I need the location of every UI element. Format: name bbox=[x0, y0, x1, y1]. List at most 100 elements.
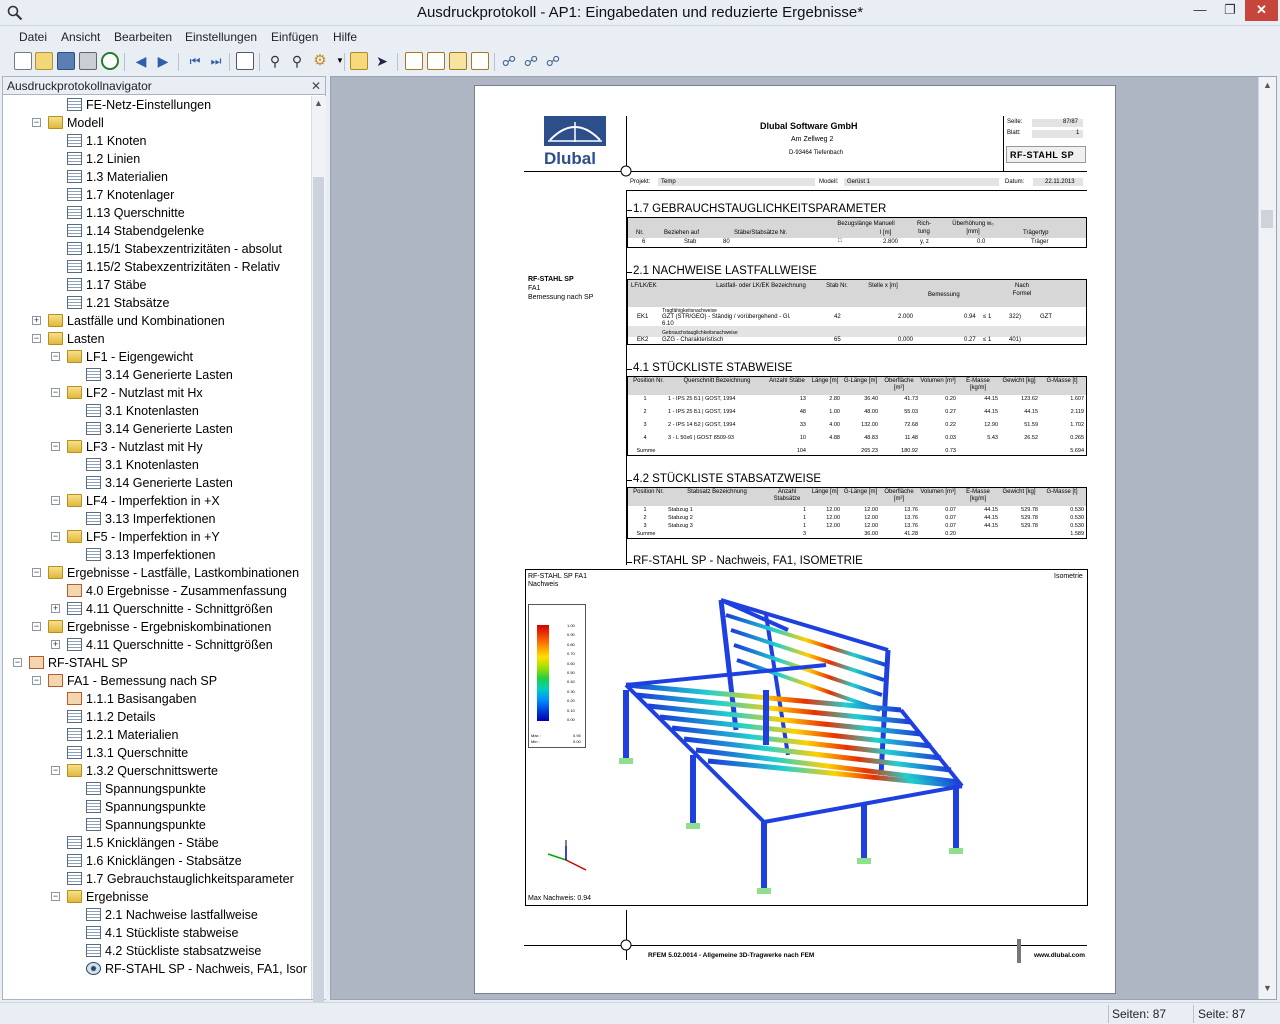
tree-item-label: 1.7 Knotenlager bbox=[86, 188, 175, 202]
table-cell: 322) bbox=[1009, 314, 1022, 320]
tree-item-label: 1.1.1 Basisangaben bbox=[86, 692, 197, 706]
collapse-toggle-icon[interactable]: − bbox=[51, 892, 60, 901]
table-header-cell: Rich-tung bbox=[916, 221, 931, 235]
link-icon-3[interactable]: ☍ bbox=[544, 52, 562, 70]
table-cell: 44.15 bbox=[984, 515, 998, 521]
page-icon-4[interactable] bbox=[471, 52, 489, 70]
close-button[interactable]: ✕ bbox=[1245, 0, 1278, 21]
module-icon bbox=[67, 584, 82, 597]
menu-ansicht[interactable]: Ansicht bbox=[61, 30, 100, 44]
zoom-in-icon[interactable]: ⚲ bbox=[266, 52, 284, 70]
scroll-up-icon[interactable]: ▲ bbox=[1263, 80, 1272, 90]
zoom-out-icon[interactable]: ⚲ bbox=[288, 52, 306, 70]
settings-gear-icon[interactable]: ⚙ bbox=[311, 52, 329, 70]
table-cell: 2 bbox=[643, 515, 647, 521]
table-cell: EK2 bbox=[637, 337, 649, 343]
hand-tool-icon[interactable] bbox=[350, 52, 368, 70]
collapse-toggle-icon[interactable]: − bbox=[51, 766, 60, 775]
expand-toggle-icon[interactable]: + bbox=[32, 316, 41, 325]
table-document-icon bbox=[67, 278, 82, 291]
minimize-button[interactable]: — bbox=[1185, 0, 1215, 21]
table-cell: 13.76 bbox=[904, 523, 918, 529]
previous-page-icon[interactable]: ◀ bbox=[132, 52, 150, 70]
menu-hilfe[interactable]: Hilfe bbox=[333, 30, 357, 44]
new-document-icon[interactable] bbox=[14, 52, 32, 70]
page-icon-3[interactable] bbox=[449, 52, 467, 70]
folder-icon bbox=[67, 350, 82, 363]
collapse-toggle-icon[interactable]: − bbox=[32, 334, 41, 343]
menu-einfuegen[interactable]: Einfügen bbox=[271, 30, 318, 44]
tree-item-label: RF-STAHL SP bbox=[48, 656, 128, 670]
side-description: Bemessung nach SP bbox=[528, 294, 594, 301]
folder-icon bbox=[67, 764, 82, 777]
table-cell: Träger bbox=[1031, 239, 1049, 245]
collapse-toggle-icon[interactable]: − bbox=[32, 676, 41, 685]
collapse-toggle-icon[interactable]: − bbox=[32, 118, 41, 127]
dropdown-arrow-icon[interactable]: ▼ bbox=[331, 52, 349, 70]
table-cell: ≤ 1 bbox=[983, 314, 992, 320]
collapse-toggle-icon[interactable]: − bbox=[51, 532, 60, 541]
page-icon-2[interactable] bbox=[427, 52, 445, 70]
tree-item-label: 4.1 Stückliste stabweise bbox=[105, 926, 239, 940]
open-folder-icon[interactable] bbox=[35, 52, 53, 70]
first-page-icon[interactable]: ⏮ bbox=[186, 52, 204, 70]
menu-bearbeiten[interactable]: Bearbeiten bbox=[114, 30, 172, 44]
table-cell: 0.03 bbox=[945, 435, 956, 441]
tree-item-label: Spannungspunkte bbox=[105, 818, 206, 832]
collapse-toggle-icon[interactable]: − bbox=[51, 496, 60, 505]
projekt-value: Temp bbox=[661, 179, 676, 185]
status-page-count: Seiten: 87 bbox=[1112, 1007, 1167, 1021]
scroll-up-icon[interactable]: ▲ bbox=[314, 98, 323, 108]
collapse-toggle-icon[interactable]: − bbox=[51, 388, 60, 397]
table-header-cell: Trägertyp bbox=[1023, 230, 1049, 236]
table-cell: 1 bbox=[802, 507, 806, 513]
expand-toggle-icon[interactable]: + bbox=[51, 640, 60, 649]
table-header-cell: Querschnitt Bezeichnung bbox=[683, 378, 751, 384]
table-cell: 2.800 bbox=[883, 239, 899, 245]
table-stueckliste-stabweise: Position Nr. Querschnitt Bezeichnung Anzah… bbox=[627, 376, 1087, 456]
table-cell: GZG - Charakteristisch bbox=[662, 337, 724, 343]
table-header-cell: Position Nr. bbox=[633, 489, 664, 495]
collapse-toggle-icon[interactable]: − bbox=[32, 622, 41, 631]
footer-rule bbox=[524, 945, 1087, 946]
collapse-toggle-icon[interactable]: − bbox=[32, 568, 41, 577]
table-header-cell: G-Länge [m] bbox=[843, 378, 878, 384]
preview-scroll-thumb[interactable] bbox=[1261, 210, 1273, 228]
collapse-toggle-icon[interactable]: − bbox=[13, 658, 22, 667]
tree-item-label: 2.1 Nachweise lastfallweise bbox=[105, 908, 258, 922]
tree-item-label: Lastfälle und Kombinationen bbox=[67, 314, 225, 328]
table-document-icon bbox=[67, 836, 82, 849]
menu-datei[interactable]: Datei bbox=[19, 30, 47, 44]
select-pointer-icon[interactable]: ➤ bbox=[373, 52, 391, 70]
goto-page-icon[interactable] bbox=[236, 52, 254, 70]
restore-button[interactable]: ❐ bbox=[1215, 0, 1245, 21]
scroll-down-icon[interactable]: ▼ bbox=[1263, 983, 1272, 993]
navigator-close-icon[interactable]: ✕ bbox=[309, 77, 323, 95]
navigator-scroll-thumb[interactable] bbox=[313, 177, 324, 1022]
table-cell: 529.78 bbox=[1021, 523, 1038, 529]
folder-icon bbox=[48, 566, 63, 579]
collapse-toggle-icon[interactable]: − bbox=[51, 442, 60, 451]
collapse-toggle-icon[interactable]: − bbox=[51, 352, 60, 361]
table-stueckliste-stabsatzweise: Position Nr. Stabsatz Bezeichnung Anzahl S… bbox=[627, 487, 1087, 539]
link-icon-1[interactable]: ☍ bbox=[500, 52, 518, 70]
refresh-icon[interactable] bbox=[101, 52, 119, 70]
status-bar: Seiten: 87 Seite: 87 bbox=[0, 1002, 1280, 1024]
expand-toggle-icon[interactable]: + bbox=[51, 604, 60, 613]
table-cell: 2.80 bbox=[829, 396, 840, 402]
link-icon-2[interactable]: ☍ bbox=[522, 52, 540, 70]
table-cell: 0.265 bbox=[1070, 435, 1084, 441]
table-document-icon bbox=[67, 260, 82, 273]
last-page-icon[interactable]: ⏭ bbox=[207, 52, 225, 70]
margin-line bbox=[626, 910, 627, 960]
table-header-cell: Bemessung bbox=[928, 292, 960, 298]
table-cell: 12.00 bbox=[826, 507, 840, 513]
print-icon[interactable] bbox=[79, 52, 97, 70]
menu-einstellungen[interactable]: Einstellungen bbox=[185, 30, 257, 44]
table-cell: 123.62 bbox=[1021, 396, 1038, 402]
next-page-icon[interactable]: ▶ bbox=[154, 52, 172, 70]
table-cell: 55.03 bbox=[904, 409, 918, 415]
page-icon-1[interactable] bbox=[405, 52, 423, 70]
save-icon[interactable] bbox=[57, 52, 75, 70]
table-cell: 10 bbox=[799, 435, 806, 441]
